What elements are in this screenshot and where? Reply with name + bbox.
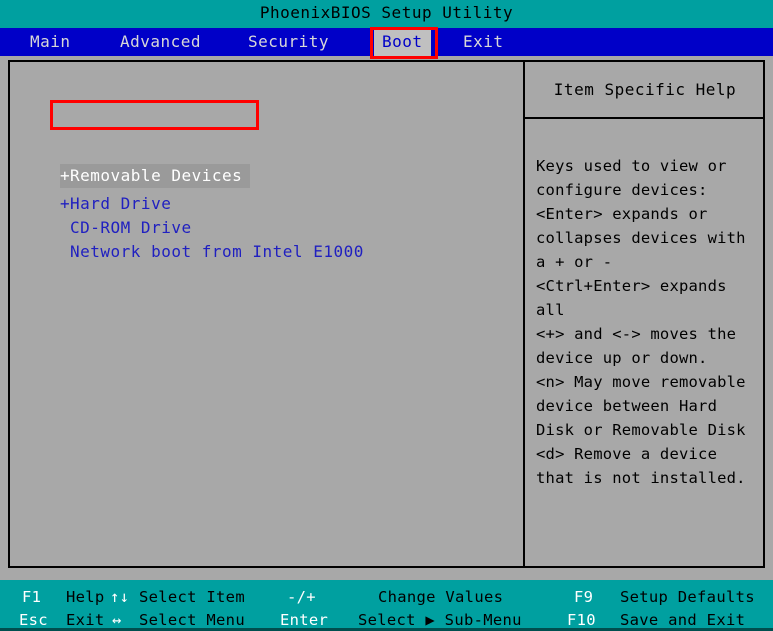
footer-key[interactable]: F1	[22, 586, 41, 608]
help-panel-divider	[525, 117, 765, 119]
boot-list-item-label: Network boot from Intel E1000	[70, 242, 364, 261]
help-text-line: configure devices:	[536, 181, 708, 199]
help-text-line: <n> May move removable	[536, 373, 746, 391]
boot-list-item-label: CD-ROM Drive	[70, 218, 192, 237]
boot-order-list: +Removable Devices +Hard Drive CD-ROM Driv…	[10, 62, 523, 566]
help-text-line: device between Hard	[536, 397, 718, 415]
tab-main[interactable]: Main	[22, 28, 79, 56]
help-text-line: collapses devices with	[536, 229, 746, 247]
tab-exit[interactable]: Exit	[455, 28, 512, 56]
tab-advanced[interactable]: Advanced	[112, 28, 209, 56]
footer-key[interactable]: ↔	[112, 609, 122, 631]
footer-action-label: Select Menu	[139, 611, 245, 629]
help-panel-title: Item Specific Help	[553, 80, 737, 99]
help-text-line: a + or -	[536, 253, 613, 271]
footer-action-label: Select ▶ Sub-Menu	[358, 611, 522, 629]
help-text-line: <+> and <-> moves the	[536, 325, 737, 343]
footer-action-label: Help	[66, 588, 105, 606]
boot-list-item-label: Hard Drive	[70, 194, 172, 213]
boot-list-item[interactable]: +Removable Devices	[60, 164, 251, 188]
footer-key[interactable]: -/+	[287, 586, 316, 608]
footer-action-label: Setup Defaults	[620, 588, 755, 606]
item-specific-help-panel: Item Specific Help Keys used to view or c…	[525, 62, 765, 566]
boot-list-item-label: Removable Devices	[70, 166, 243, 185]
help-text-line: <d> Remove a device	[536, 445, 718, 463]
help-text-line: all	[536, 301, 565, 319]
page-title: PhoenixBIOS Setup Utility	[259, 3, 514, 22]
boot-list-item[interactable]: +Hard Drive	[60, 192, 171, 216]
boot-list-item[interactable]: CD-ROM Drive	[60, 216, 192, 240]
help-text-line: device up or down.	[536, 349, 708, 367]
content-frame: +Removable Devices +Hard Drive CD-ROM Driv…	[8, 60, 765, 568]
footer-action-label: Exit	[66, 611, 105, 629]
help-text-line: <Enter> expands or	[536, 205, 708, 223]
help-text-line: Disk or Removable Disk	[536, 421, 746, 439]
footer-key[interactable]: F9	[574, 586, 593, 608]
tab-boot[interactable]: Boot	[374, 28, 431, 56]
tab-security[interactable]: Security	[240, 28, 337, 56]
help-text-line: that is not installed.	[536, 469, 746, 487]
footer-action-label: Change Values	[378, 588, 504, 606]
boot-list-item[interactable]: Network boot from Intel E1000	[60, 240, 364, 264]
footer-action-label: Save and Exit	[620, 611, 746, 629]
expand-marker-icon: +	[60, 194, 71, 213]
help-panel-body: Keys used to view or configure devices: <E…	[536, 154, 768, 490]
footer-key[interactable]: F10	[567, 609, 596, 631]
bios-setup-screen: PhoenixBIOS Setup Utility Main Advanced Se…	[0, 0, 773, 631]
footer-key[interactable]: Esc	[19, 609, 48, 631]
title-bar: PhoenixBIOS Setup Utility	[0, 0, 773, 28]
footer-action-label: Select Item	[139, 588, 245, 606]
menu-bar: Main Advanced Security Boot Exit	[0, 28, 773, 56]
expand-marker-icon: +	[60, 166, 71, 185]
help-text-line: Keys used to view or	[536, 157, 727, 175]
footer-key[interactable]: Enter	[280, 609, 328, 631]
help-text-line: <Ctrl+Enter> expands	[536, 277, 727, 295]
footer-key[interactable]: ↑↓	[110, 586, 129, 608]
